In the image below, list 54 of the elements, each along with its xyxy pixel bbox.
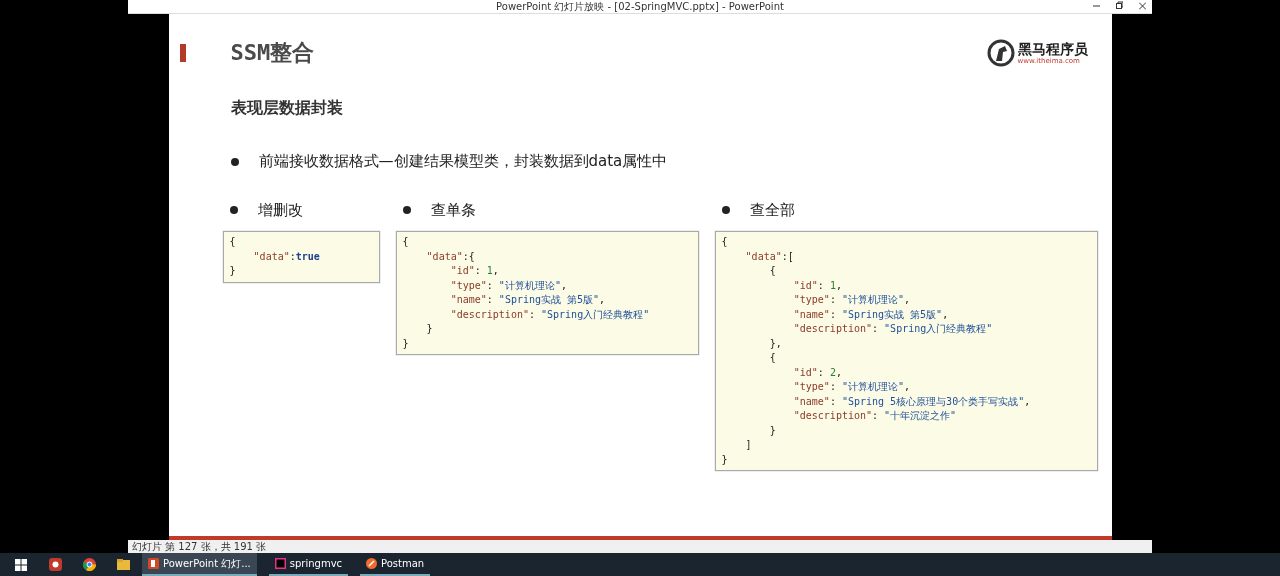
code-line: ] [744, 438, 753, 452]
code-line: { [402, 235, 410, 249]
close-icon[interactable] [1139, 0, 1146, 12]
accent-bar [179, 44, 186, 62]
code-line: "description": "Spring入门经典教程" [792, 322, 994, 336]
code-line: { [721, 235, 729, 249]
bullet-text: 前端接收数据格式—创建结果模型类，封装数据到data属性中 [258, 152, 668, 171]
bullet-dot [230, 157, 239, 166]
code-line: } [229, 264, 237, 278]
logo-name: 黑马程序员 [1017, 41, 1088, 57]
folder-icon[interactable] [116, 559, 130, 570]
code-line: "data":[ [744, 249, 795, 264]
bullet-dot [229, 206, 238, 214]
taskbar-app[interactable]: Postman [360, 553, 431, 576]
app-badge-icon[interactable] [48, 558, 62, 571]
taskbar-app[interactable]: PowerPoint 幻灯... [142, 553, 257, 576]
code-line: { [768, 351, 777, 365]
status-text: 幻灯片 第 127 张，共 191 张 [132, 539, 267, 554]
code-line: } [768, 423, 777, 438]
code-line: "description": "十年沉淀之作" [792, 409, 958, 423]
column-heading: 查单条 [430, 200, 476, 220]
slide-title: SSM整合 [230, 39, 315, 67]
code-line: { [768, 264, 777, 278]
bullet-dot [721, 206, 730, 214]
bullet-dot [402, 206, 411, 214]
slides-app-icon [148, 558, 159, 569]
code-line: "id": 1, [449, 264, 500, 278]
rocket-app-icon [366, 558, 378, 569]
code-line: "type": "计算机理论", [792, 380, 911, 394]
code-line: "id": 1, [792, 278, 843, 293]
code-line: }, [768, 336, 783, 351]
code-line: "data":{ [425, 249, 476, 264]
code-line: "name": "Spring实战 第5版", [792, 307, 950, 322]
code-line: "description": "Spring入门经典教程" [449, 307, 651, 322]
code-line: "type": "计算机理论", [449, 278, 568, 293]
code-line: "data":true [252, 249, 321, 264]
browser-icon[interactable] [82, 558, 96, 571]
code-line: "name": "Spring实战 第5版", [449, 293, 607, 307]
code-line: "id": 2, [792, 365, 843, 380]
code-line: "type": "计算机理论", [792, 293, 911, 307]
code-line: } [425, 322, 434, 336]
code-editor-icon [274, 558, 286, 569]
code-line: } [721, 452, 729, 467]
column-heading: 增删改 [257, 200, 303, 220]
horse-logo-icon [986, 39, 1015, 67]
code-line: } [402, 336, 410, 351]
restore-icon[interactable] [1116, 0, 1123, 12]
taskbar-app[interactable]: springmvc [268, 553, 349, 576]
window-title: PowerPoint 幻灯片放映 - [02-SpringMVC.pptx] - PowerPoint [496, 0, 784, 14]
code-line: "name": "Spring 5核心原理与30个类手写实战", [792, 394, 1032, 409]
column-heading: 查全部 [749, 200, 795, 220]
code-line: { [229, 235, 237, 249]
section-heading: 表现层数据封装 [230, 98, 344, 119]
windows-start-icon[interactable] [15, 558, 27, 571]
